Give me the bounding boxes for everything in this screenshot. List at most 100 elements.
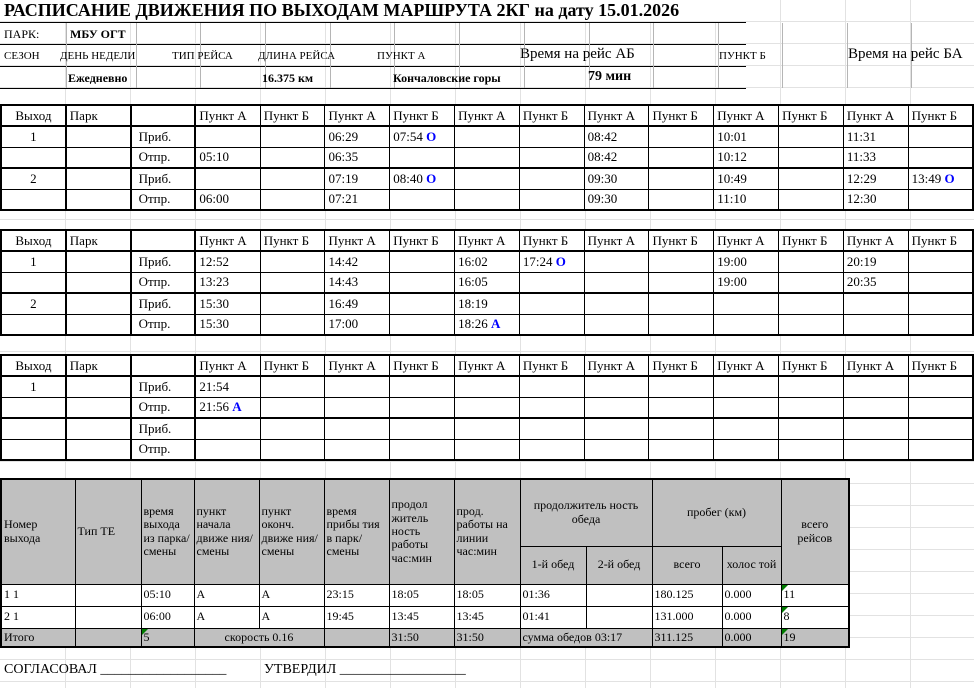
total-mileage-cell[interactable]: 311.125 (652, 628, 722, 647)
exit-number-cell[interactable]: 2 (1, 293, 66, 314)
time-cell[interactable] (649, 293, 714, 314)
summary-cell[interactable] (586, 606, 652, 628)
park-cell[interactable] (66, 418, 131, 439)
summary-cell[interactable]: А (194, 606, 259, 628)
summary-cell[interactable] (75, 628, 141, 647)
point-col-header[interactable]: Пункт Б (519, 230, 584, 251)
exit-number-cell[interactable]: 1 (1, 376, 66, 397)
time-cell[interactable] (325, 376, 390, 397)
park-value[interactable]: МБУ ОГТ (70, 27, 126, 42)
park-cell[interactable] (66, 293, 131, 314)
time-cell[interactable] (908, 147, 973, 168)
time-cell[interactable] (195, 418, 260, 439)
park-cell[interactable] (66, 147, 131, 168)
time-cell[interactable] (390, 272, 455, 293)
col-header-exit-no[interactable]: Номер выхода (1, 479, 75, 584)
time-cell[interactable] (195, 439, 260, 460)
time-cell[interactable]: 07:54 О (390, 126, 455, 147)
time-cell[interactable]: 06:35 (325, 147, 390, 168)
time-cell[interactable] (519, 376, 584, 397)
time-cell[interactable]: 09:30 (584, 189, 649, 210)
time-cell[interactable] (649, 397, 714, 418)
time-cell[interactable] (519, 272, 584, 293)
point-col-header[interactable]: Пункт Б (779, 355, 844, 376)
time-cell[interactable] (519, 397, 584, 418)
point-col-header[interactable]: Пункт А (584, 355, 649, 376)
arrdep-label-cell[interactable]: Приб. (131, 251, 196, 272)
time-cell[interactable] (260, 126, 325, 147)
point-col-header[interactable]: Пункт А (843, 105, 908, 126)
time-cell[interactable] (908, 397, 973, 418)
time-cell[interactable] (649, 189, 714, 210)
col-header-work-duration[interactable]: продол житель ность работы час:мин (389, 479, 454, 584)
time-cell[interactable] (779, 272, 844, 293)
col-header-lunch1[interactable]: 1-й обед (520, 546, 586, 584)
time-cell[interactable]: 18:26 А (455, 314, 520, 335)
time-cell[interactable] (260, 418, 325, 439)
exit-col-header[interactable]: Выход (1, 105, 66, 126)
point-col-header[interactable]: Пункт А (325, 230, 390, 251)
summary-cell[interactable]: А (259, 606, 324, 628)
time-cell[interactable]: 06:29 (325, 126, 390, 147)
arrdep-label-cell[interactable]: Приб. (131, 418, 196, 439)
point-col-header[interactable]: Пункт Б (649, 230, 714, 251)
park-cell[interactable] (66, 314, 131, 335)
time-cell[interactable]: 08:40 О (390, 168, 455, 189)
point-col-header[interactable]: Пункт А (584, 105, 649, 126)
time-cell[interactable] (519, 314, 584, 335)
col-header-vehicle-type[interactable]: Тип ТЕ (75, 479, 141, 584)
time-cell[interactable]: 10:49 (714, 168, 779, 189)
park-cell[interactable] (66, 251, 131, 272)
summary-cell[interactable] (586, 584, 652, 606)
time-cell[interactable] (519, 147, 584, 168)
time-cell[interactable] (260, 251, 325, 272)
total-label-cell[interactable]: Итого (1, 628, 75, 647)
col-header-arrive-park[interactable]: время прибы тия в парк/ смены (324, 479, 389, 584)
time-cell[interactable] (649, 272, 714, 293)
point-a-value[interactable]: Кончаловские горы (393, 71, 501, 86)
point-col-header[interactable]: Пункт Б (908, 230, 973, 251)
time-cell[interactable] (325, 418, 390, 439)
trip-length-value[interactable]: 16.375 км (262, 71, 313, 86)
time-cell[interactable]: 14:43 (325, 272, 390, 293)
summary-cell[interactable]: 18:05 (454, 584, 520, 606)
time-cell[interactable]: 10:01 (714, 126, 779, 147)
park-col-header[interactable]: Парк (66, 230, 131, 251)
time-cell[interactable] (908, 126, 973, 147)
time-cell[interactable]: 08:42 (584, 147, 649, 168)
arrdep-label-cell[interactable]: Приб. (131, 126, 196, 147)
col-header-mileage-empty[interactable]: холос той (722, 546, 781, 584)
point-col-header[interactable]: Пункт А (455, 230, 520, 251)
point-col-header[interactable]: Пункт А (584, 230, 649, 251)
col-header-start-point[interactable]: пункт начала движе ния/ смены (194, 479, 259, 584)
point-col-header[interactable]: Пункт Б (908, 355, 973, 376)
time-cell[interactable] (584, 397, 649, 418)
time-cell[interactable] (649, 251, 714, 272)
point-col-header[interactable]: Пункт А (455, 105, 520, 126)
time-cell[interactable] (390, 397, 455, 418)
time-cell[interactable] (649, 314, 714, 335)
time-cell[interactable]: 10:12 (714, 147, 779, 168)
time-cell[interactable] (260, 439, 325, 460)
arrdep-label-cell[interactable]: Отпр. (131, 272, 196, 293)
time-cell[interactable] (519, 168, 584, 189)
time-cell[interactable] (908, 418, 973, 439)
time-cell[interactable] (649, 147, 714, 168)
point-col-header[interactable]: Пункт А (325, 105, 390, 126)
arrdep-label-cell[interactable]: Отпр. (131, 439, 196, 460)
total-shifts-cell[interactable]: 5 (141, 628, 194, 647)
time-cell[interactable] (455, 376, 520, 397)
time-cell[interactable] (843, 397, 908, 418)
time-cell[interactable] (584, 293, 649, 314)
time-cell[interactable]: 21:56 А (195, 397, 260, 418)
point-col-header[interactable]: Пункт А (195, 230, 260, 251)
point-col-header[interactable]: Пункт А (195, 105, 260, 126)
summary-cell[interactable]: 131.000 (652, 606, 722, 628)
schedule-table-1[interactable]: ВыходПаркПункт АПункт БПункт АПункт БПун… (0, 104, 974, 211)
exit-number-cell[interactable] (1, 397, 66, 418)
total-trips-cell[interactable]: 19 (781, 628, 849, 647)
summary-cell[interactable]: А (194, 584, 259, 606)
park-col-header[interactable]: Парк (66, 355, 131, 376)
col-header-lunch-group[interactable]: продолжитель ность обеда (520, 479, 652, 546)
point-col-header[interactable]: Пункт А (195, 355, 260, 376)
